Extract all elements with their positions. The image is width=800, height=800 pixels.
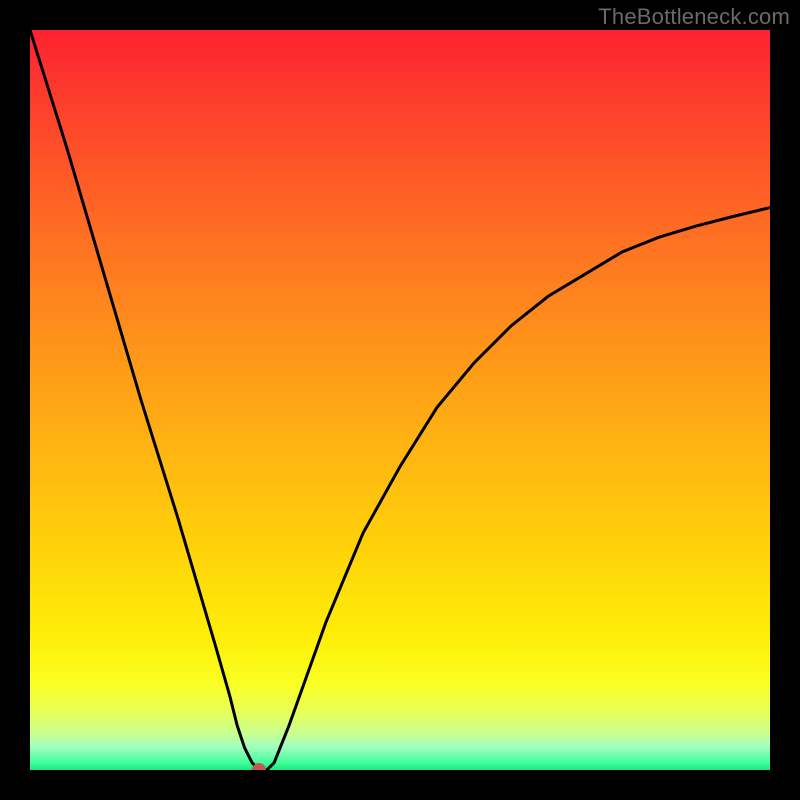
plot-area [30, 30, 770, 770]
chart-frame: TheBottleneck.com [0, 0, 800, 800]
bottleneck-curve [30, 30, 770, 770]
minimum-marker-dot [252, 763, 266, 770]
watermark-text: TheBottleneck.com [598, 4, 790, 30]
